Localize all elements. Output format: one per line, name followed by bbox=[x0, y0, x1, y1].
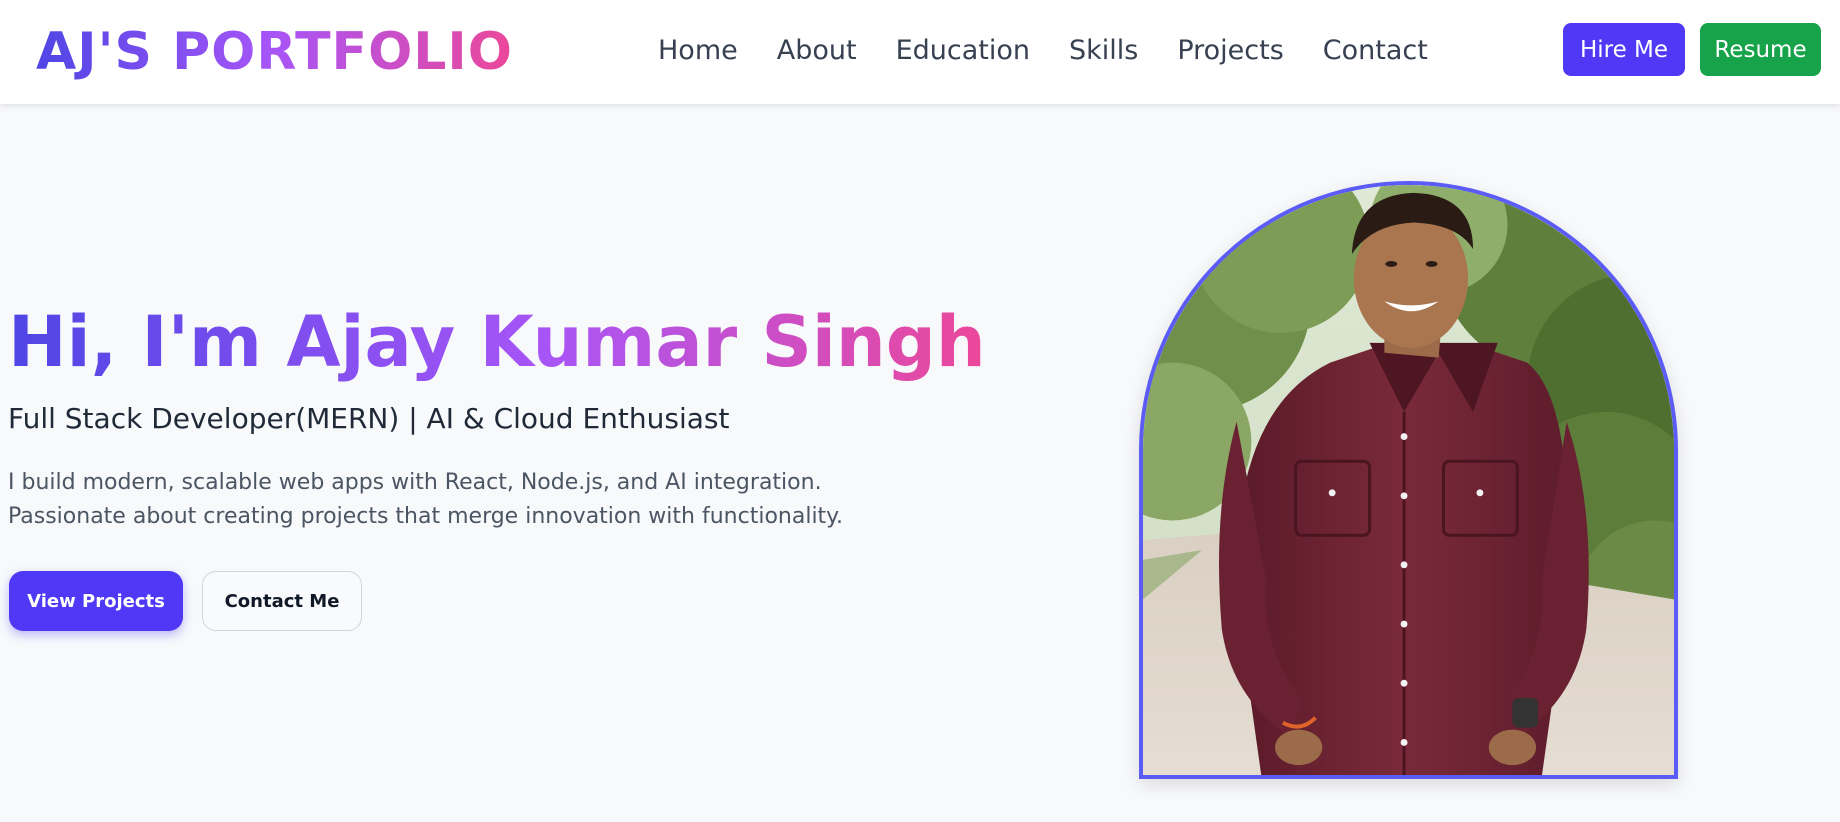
hire-me-button[interactable]: Hire Me bbox=[1563, 23, 1685, 76]
nav-link-contact[interactable]: Contact bbox=[1323, 32, 1428, 70]
hero-subtitle: Full Stack Developer(MERN) | AI & Cloud … bbox=[8, 402, 730, 435]
nav-link-about[interactable]: About bbox=[777, 32, 857, 70]
contact-me-button[interactable]: Contact Me bbox=[202, 571, 362, 631]
hero-title: Hi, I'm Ajay Kumar Singh bbox=[8, 301, 986, 383]
hero-description: I build modern, scalable web apps with R… bbox=[8, 466, 843, 534]
nav-link-projects[interactable]: Projects bbox=[1177, 32, 1283, 70]
nav-link-education[interactable]: Education bbox=[896, 32, 1030, 70]
profile-photo-image bbox=[1143, 185, 1674, 775]
nav-link-home[interactable]: Home bbox=[658, 32, 738, 70]
hero-description-line: I build modern, scalable web apps with R… bbox=[8, 470, 822, 495]
nav-links: Home About Education Skills Projects Con… bbox=[658, 32, 1428, 70]
profile-photo bbox=[1139, 181, 1678, 779]
view-projects-button[interactable]: View Projects bbox=[9, 571, 183, 631]
brand-logo[interactable]: AJ'S PORTFOLIO bbox=[36, 18, 513, 86]
navbar: AJ'S PORTFOLIO Home About Education Skil… bbox=[0, 0, 1840, 104]
nav-link-skills[interactable]: Skills bbox=[1069, 32, 1138, 70]
hero-description-line: Passionate about creating projects that … bbox=[8, 504, 844, 529]
resume-button[interactable]: Resume bbox=[1700, 23, 1821, 76]
